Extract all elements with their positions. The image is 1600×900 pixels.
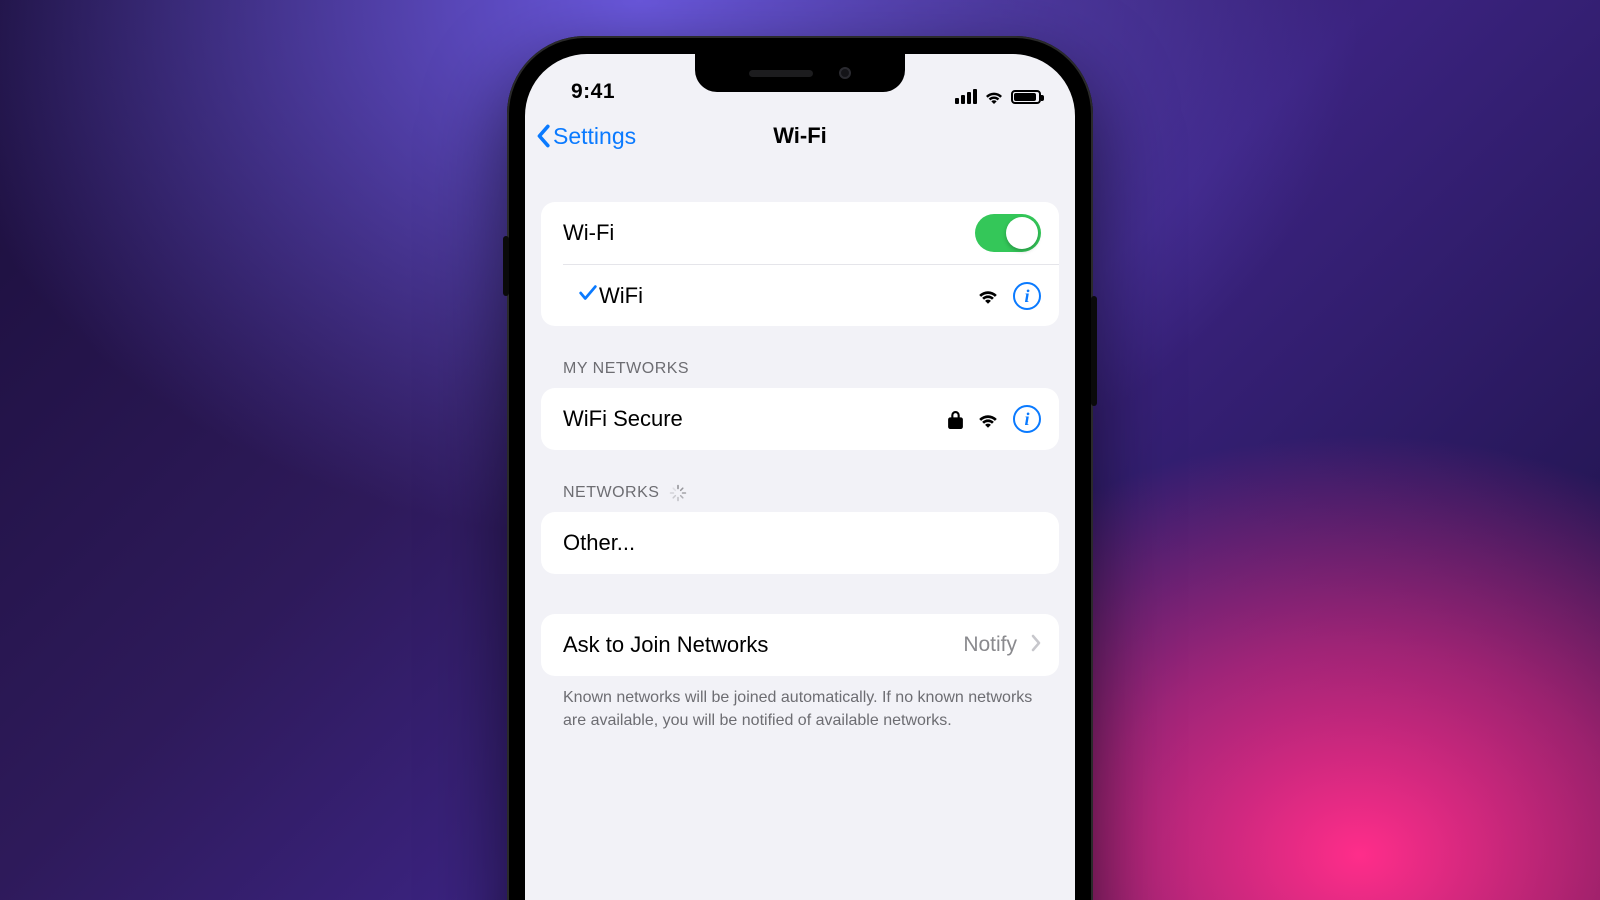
known-network-row[interactable]: WiFi Secure i [541, 388, 1059, 450]
page-title: Wi-Fi [773, 123, 827, 149]
other-network-label: Other... [563, 530, 1041, 556]
background: 9:41 Settings Wi-Fi [0, 0, 1600, 900]
cellular-signal-icon [955, 89, 977, 104]
wifi-toggle-row[interactable]: Wi-Fi [541, 202, 1059, 264]
battery-icon [1011, 90, 1041, 104]
ask-to-join-label: Ask to Join Networks [563, 632, 963, 658]
ask-to-join-value: Notify [963, 633, 1017, 657]
networks-header: NETWORKS [563, 484, 1059, 502]
lock-icon [948, 410, 963, 429]
phone-frame: 9:41 Settings Wi-Fi [507, 36, 1093, 900]
my-networks-header: MY NETWORKS [563, 360, 1059, 378]
wifi-signal-icon [977, 411, 999, 428]
chevron-right-icon [1031, 632, 1041, 658]
phone-notch [695, 54, 905, 92]
wifi-main-group: Wi-Fi WiFi [541, 202, 1059, 326]
navigation-bar: Settings Wi-Fi [525, 110, 1075, 162]
wifi-status-icon [984, 89, 1004, 104]
status-indicators [955, 89, 1047, 104]
back-button[interactable]: Settings [535, 110, 636, 162]
spinner-icon [669, 484, 687, 502]
wifi-toggle[interactable] [975, 214, 1041, 252]
other-network-row[interactable]: Other... [541, 512, 1059, 574]
info-button[interactable]: i [1013, 282, 1041, 310]
ask-to-join-row[interactable]: Ask to Join Networks Notify [541, 614, 1059, 676]
connected-network-name: WiFi [563, 283, 977, 309]
connected-network-row[interactable]: WiFi i [563, 264, 1059, 326]
my-networks-group: WiFi Secure i [541, 388, 1059, 450]
chevron-left-icon [535, 124, 551, 148]
other-networks-group: Other... [541, 512, 1059, 574]
front-camera [839, 67, 851, 79]
ask-to-join-group: Ask to Join Networks Notify [541, 614, 1059, 676]
wifi-toggle-label: Wi-Fi [563, 220, 975, 246]
back-label: Settings [553, 123, 636, 150]
status-time: 9:41 [553, 80, 615, 104]
known-network-name: WiFi Secure [563, 406, 948, 432]
speaker-grille [749, 70, 813, 77]
wifi-signal-icon [977, 287, 999, 304]
info-button[interactable]: i [1013, 405, 1041, 433]
settings-content[interactable]: Wi-Fi WiFi [525, 202, 1075, 732]
phone-screen: 9:41 Settings Wi-Fi [525, 54, 1075, 900]
ask-to-join-footer: Known networks will be joined automatica… [541, 676, 1059, 732]
